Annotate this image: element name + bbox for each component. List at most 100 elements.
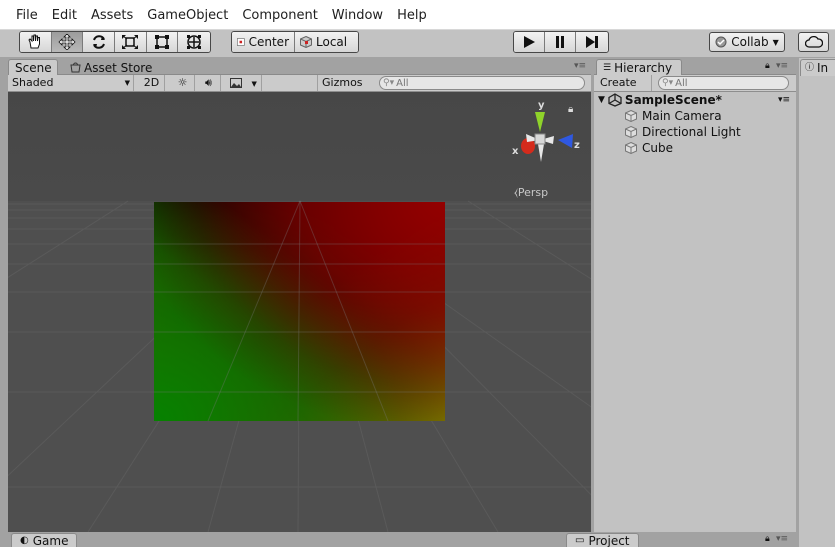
play-button[interactable] <box>514 32 545 52</box>
tab-inspector-label: In <box>817 61 829 75</box>
tab-asset-store[interactable]: Asset Store <box>64 59 158 76</box>
search-icon: ⚲▾ <box>383 78 395 88</box>
scale-icon <box>122 35 139 49</box>
rotate-icon <box>92 35 105 49</box>
hand-icon <box>28 34 41 49</box>
inspector-panel: ⓘ In <box>799 58 835 547</box>
hierarchy-search-input[interactable] <box>675 77 776 89</box>
transform-icon <box>187 35 202 49</box>
menu-component[interactable]: Component <box>235 0 324 30</box>
projection-label[interactable]: ⧼Persp <box>514 186 548 200</box>
transform-tool-group <box>19 31 211 53</box>
scene-panel: Scene Asset Store ▾≡ Shaded ▼ 2D ☼ 🔊︎ ▼ … <box>8 58 591 532</box>
gizmo-x-label: x <box>512 146 519 157</box>
list-item[interactable]: Directional Light <box>594 124 796 140</box>
scene-tabbar: Scene Asset Store ▾≡ <box>8 58 591 76</box>
toggle-2d-label: 2D <box>143 76 160 89</box>
menu-help[interactable]: Help <box>390 0 434 30</box>
scene-audio-toggle[interactable]: 🔊︎ <box>197 75 221 91</box>
scene-lighting-toggle[interactable]: ☼ <box>171 75 195 91</box>
collab-icon <box>715 36 727 48</box>
tab-hierarchy[interactable]: ☰ Hierarchy <box>596 59 682 76</box>
tab-game[interactable]: ◐ Game <box>11 533 78 547</box>
gizmo-z-cone[interactable] <box>558 134 573 148</box>
tab-inspector[interactable]: ⓘ In <box>800 59 835 76</box>
list-item[interactable]: Cube <box>594 140 796 156</box>
gizmo-z-label: z <box>574 140 580 151</box>
pause-button[interactable] <box>545 32 576 52</box>
expand-arrow-icon: ▼ <box>598 95 605 105</box>
tab-hierarchy-label: Hierarchy <box>614 61 673 75</box>
scene-root-row[interactable]: ▼ SampleScene* ▾≡ <box>594 92 796 108</box>
menu-window[interactable]: Window <box>325 0 390 30</box>
tab-project-label: Project <box>588 534 630 547</box>
gizmo-y-label: y <box>538 100 545 111</box>
scale-tool-button[interactable] <box>115 32 147 52</box>
gizmo-center-cube[interactable] <box>534 133 546 145</box>
rect-tool-button[interactable] <box>146 32 179 52</box>
cloud-button[interactable] <box>798 32 829 52</box>
list-item[interactable]: Main Camera <box>594 108 796 124</box>
hand-tool-button[interactable] <box>20 32 52 52</box>
move-icon <box>58 34 76 50</box>
menu-edit[interactable]: Edit <box>45 0 84 30</box>
menu-file[interactable]: File <box>0 0 45 30</box>
persp-label: Persp <box>517 186 549 199</box>
pivot-center-icon <box>237 38 245 46</box>
pivot-center-button[interactable]: Center <box>232 32 295 52</box>
gizmo-y-cone[interactable] <box>535 112 545 132</box>
project-lock-icon[interactable]: 🔒︎ <box>765 534 770 544</box>
pivot-local-button[interactable]: Local <box>295 32 358 52</box>
gameobject-cube-icon <box>625 126 637 138</box>
scene-lock-icon[interactable]: 🔒︎ <box>568 104 573 115</box>
hierarchy-tree: ▼ SampleScene* ▾≡ Main Camera Directiona… <box>594 92 796 532</box>
tab-scene[interactable]: Scene <box>8 59 58 76</box>
menu-gameobject[interactable]: GameObject <box>140 0 235 30</box>
create-label: Create <box>600 76 637 89</box>
create-dropdown[interactable]: Create ▼ <box>596 75 652 104</box>
step-button[interactable] <box>576 32 607 52</box>
tab-asset-store-label: Asset Store <box>84 60 153 75</box>
sun-icon: ☼ <box>177 76 188 89</box>
scene-row-menu-icon[interactable]: ▾≡ <box>778 92 790 108</box>
tab-project[interactable]: ▭ Project <box>566 533 639 547</box>
gameobject-cube-icon <box>625 142 637 154</box>
gizmos-label: Gizmos <box>322 76 363 89</box>
scene-toolbar: Shaded ▼ 2D ☼ 🔊︎ ▼ Gizmos ▼ ⚲▾ <box>8 75 591 104</box>
shading-dropdown-arrow-icon: ▼ <box>124 79 130 87</box>
move-tool-button[interactable] <box>51 32 84 52</box>
scene-panel-menu-icon[interactable]: ▾≡ <box>574 61 586 71</box>
hierarchy-menu-icon[interactable]: ▾≡ <box>776 61 788 71</box>
folder-icon: ▭ <box>575 535 585 546</box>
shading-mode-dropdown[interactable]: Shaded ▼ <box>8 75 134 91</box>
orientation-gizmo[interactable]: y z x <box>498 96 588 176</box>
pivot-center-label: Center <box>248 35 289 49</box>
main-toolbar: Center Local Collab ▼ <box>0 30 835 57</box>
info-icon: ⓘ <box>805 63 815 73</box>
collab-dropdown[interactable]: Collab ▼ <box>709 32 785 52</box>
menu-bar: File Edit Assets GameObject Component Wi… <box>0 0 835 30</box>
gizmos-dropdown[interactable]: Gizmos ▼ <box>317 75 371 104</box>
hierarchy-search-field[interactable]: ⚲▾ <box>658 76 789 90</box>
image-icon <box>230 78 242 88</box>
toggle-2d-button[interactable]: 2D <box>139 75 165 91</box>
tab-game-label: Game <box>32 534 69 547</box>
rect-icon <box>155 35 170 49</box>
game-icon: ◐ <box>20 535 29 546</box>
step-icon <box>585 36 598 48</box>
playback-group <box>513 31 609 53</box>
project-menu-icon[interactable]: ▾≡ <box>776 534 788 544</box>
menu-assets[interactable]: Assets <box>84 0 140 30</box>
scene-search-field[interactable]: ⚲▾ <box>379 76 585 90</box>
scene-search-input[interactable] <box>396 77 557 89</box>
scene-viewport[interactable]: y z x 🔒︎ ⧼Persp <box>8 92 591 532</box>
scene-effects-dropdown[interactable]: ▼ <box>226 75 262 91</box>
list-item-label: Directional Light <box>642 125 741 139</box>
game-tabbar: ◐ Game ▾≡ <box>8 532 591 547</box>
rotate-tool-button[interactable] <box>83 32 116 52</box>
hierarchy-panel: ☰ Hierarchy 🔒︎ ▾≡ Create ▼ ⚲▾ ▼ SampleSc… <box>594 58 796 532</box>
project-tabbar: ▭ Project 🔒︎ ▾≡ <box>566 532 796 547</box>
transform-tool-button[interactable] <box>178 32 210 52</box>
hierarchy-lock-icon[interactable]: 🔒︎ <box>765 61 770 71</box>
hierarchy-list-icon: ☰ <box>603 63 612 73</box>
